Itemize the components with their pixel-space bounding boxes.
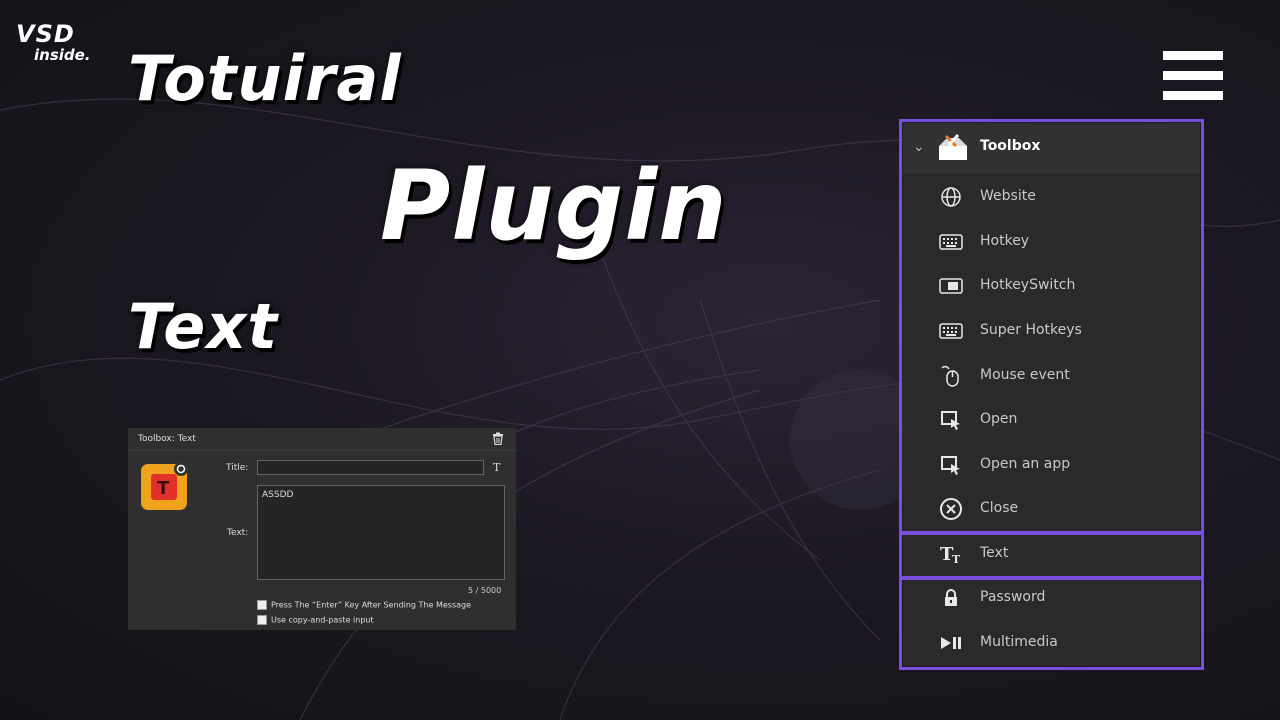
logo-brand: VSD	[16, 20, 75, 48]
enter-key-checkbox[interactable]	[257, 600, 267, 610]
title-label: Title:	[226, 463, 249, 473]
app-icon-letter: T	[157, 478, 170, 499]
enter-key-option[interactable]: Press The “Enter” Key After Sending The …	[257, 600, 471, 612]
copy-paste-checkbox[interactable]	[257, 615, 267, 625]
vsd-inside-logo: VSD inside.	[14, 20, 114, 68]
text-plugin-dialog: Toolbox: Text T Title: T Text: ASSDD 5 /…	[128, 428, 516, 630]
highlight-box-text	[899, 532, 1204, 579]
enter-key-label: Press The “Enter” Key After Sending The …	[271, 600, 472, 610]
headline-line-2: Plugin	[380, 150, 728, 262]
headline-line-1: Totuiral	[128, 42, 402, 115]
highlight-box-top	[899, 119, 1204, 534]
copy-paste-label: Use copy-and-paste input	[271, 615, 374, 625]
dialog-title: Toolbox: Text	[138, 434, 196, 444]
text-format-icon[interactable]: T	[493, 461, 500, 474]
copy-paste-option[interactable]: Use copy-and-paste input	[257, 615, 374, 627]
character-counter: 5 / 5000	[468, 586, 502, 595]
text-label: Text:	[227, 528, 249, 538]
dialog-header: Toolbox: Text	[128, 428, 516, 451]
hamburger-menu-icon[interactable]	[1163, 51, 1223, 103]
title-input[interactable]	[257, 460, 484, 475]
text-input[interactable]: ASSDD	[257, 485, 505, 580]
highlight-box-bottom	[899, 577, 1204, 670]
trash-icon[interactable]	[492, 432, 504, 445]
logo-tagline: inside.	[34, 46, 91, 64]
headline-line-3: Text	[128, 290, 278, 363]
plugin-app-icon[interactable]: T	[140, 461, 190, 511]
